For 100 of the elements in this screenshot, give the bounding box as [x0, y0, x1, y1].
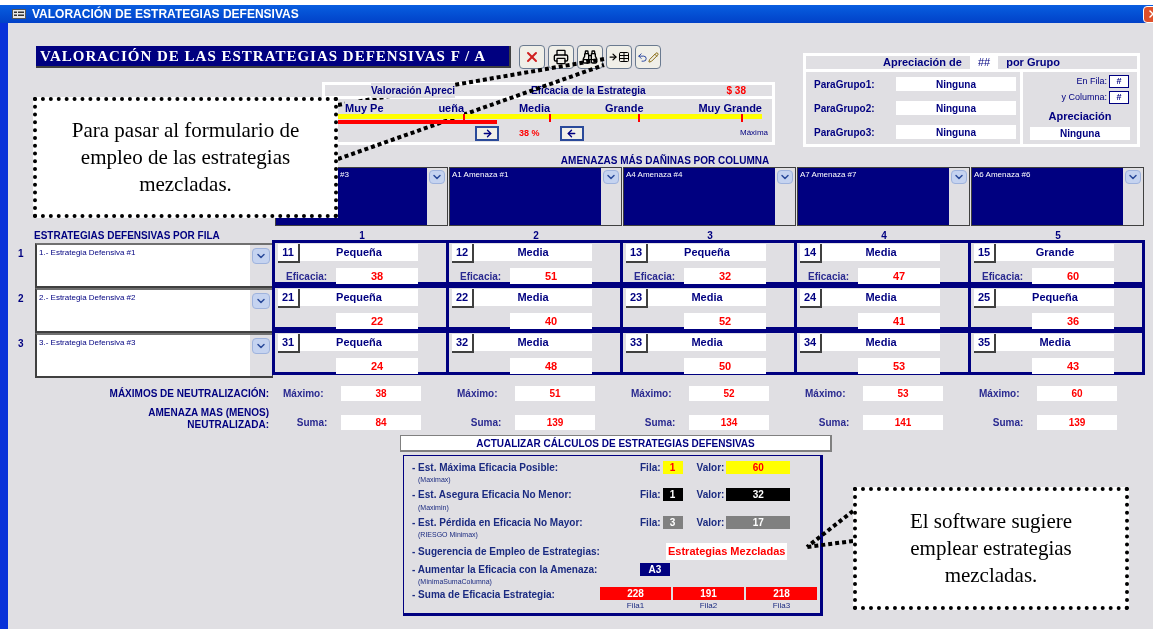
threat-dropdown[interactable]: A7 Amenaza #7: [797, 167, 970, 226]
efficacy-field[interactable]: 41: [858, 313, 940, 329]
dropdown-button[interactable]: [603, 170, 619, 184]
efficacy-field[interactable]: 32: [684, 268, 766, 284]
dropdown-button[interactable]: [252, 293, 270, 309]
efficacy-label: Eficacia:: [807, 269, 850, 284]
value-field[interactable]: 32: [726, 488, 791, 502]
open-form-button[interactable]: [606, 45, 632, 69]
dropdown-button[interactable]: [429, 170, 445, 184]
dropdown-button[interactable]: [951, 170, 967, 184]
row-field[interactable]: 1: [662, 460, 683, 474]
cell-code: 13: [626, 244, 648, 263]
dropdown-button[interactable]: [252, 248, 270, 264]
sum-field[interactable]: 141: [863, 415, 943, 430]
efficacy-field[interactable]: 53: [858, 358, 940, 374]
efficacy-field[interactable]: 43: [1032, 358, 1114, 374]
efficacy-field[interactable]: 48: [510, 358, 592, 374]
print-button[interactable]: [548, 45, 574, 69]
size-field[interactable]: Media: [474, 334, 592, 351]
dropdown-button[interactable]: [252, 338, 270, 354]
group-label: ParaGrupo3:: [814, 125, 876, 140]
size-field[interactable]: Media: [648, 289, 766, 306]
row-field[interactable]: 3: [662, 515, 683, 529]
maximum-field[interactable]: 52: [689, 385, 769, 401]
size-field[interactable]: Media: [822, 244, 940, 261]
size-field[interactable]: Media: [822, 289, 940, 306]
size-field[interactable]: Media: [474, 289, 592, 306]
size-field[interactable]: Pequeña: [300, 289, 418, 306]
efficacy-label: Eficacia:: [981, 269, 1024, 284]
efficacy-field[interactable]: 38: [336, 268, 418, 284]
maximum-field[interactable]: 60: [1037, 385, 1117, 401]
column-number: 1: [358, 229, 366, 243]
sum-field[interactable]: 191: [673, 587, 744, 601]
sum-field[interactable]: 218: [746, 587, 817, 601]
size-field[interactable]: Media: [822, 334, 940, 351]
size-field[interactable]: Pequeña: [300, 334, 418, 351]
clear-button[interactable]: [519, 45, 545, 69]
next-button[interactable]: [475, 125, 499, 141]
efficacy-field[interactable]: 40: [510, 313, 592, 329]
size-field[interactable]: Pequeña: [648, 244, 766, 261]
strategy-dropdown[interactable]: 1.- Estrategia Defensiva #1: [35, 243, 273, 288]
cell-code: 23: [626, 289, 648, 308]
sum-field[interactable]: 84: [341, 415, 421, 430]
group-label: ParaGrupo2:: [814, 101, 876, 116]
efficacy-field[interactable]: 50: [684, 358, 766, 374]
size-field[interactable]: Media: [648, 334, 766, 351]
row-field[interactable]: 1: [662, 488, 683, 502]
dropdown-button[interactable]: [1125, 170, 1141, 184]
value-field[interactable]: 60: [726, 460, 791, 474]
update-button[interactable]: ACTUALIZAR CÁLCULOS DE ESTRATEGIAS DEFENSIVAS: [400, 435, 832, 452]
scale-label: Muy Pe: [345, 100, 384, 114]
cell-code: 11: [278, 244, 300, 263]
column-number: 4: [880, 229, 888, 243]
size-field[interactable]: Pequeña: [996, 289, 1114, 306]
cell-code: 22: [452, 289, 474, 308]
efficacy-field[interactable]: 51: [510, 268, 592, 284]
threat-dropdown[interactable]: A4 Amenaza #4: [623, 167, 796, 226]
appreciation-field[interactable]: Ninguna: [1030, 126, 1130, 140]
maximum-field[interactable]: 38: [341, 385, 421, 401]
efficacy-field[interactable]: 52: [684, 313, 766, 329]
row-field[interactable]: #: [1109, 75, 1129, 89]
efficacy-field[interactable]: 36: [1032, 313, 1114, 329]
sum-field[interactable]: 139: [515, 415, 595, 430]
threat-field[interactable]: A3: [640, 563, 670, 577]
dropdown-button[interactable]: [777, 170, 793, 184]
efficacy-field[interactable]: 22: [336, 313, 418, 329]
value-field[interactable]: 17: [726, 515, 791, 529]
strategy-dropdown[interactable]: 2.- Estrategia Defensiva #2: [35, 288, 273, 333]
maximum-field[interactable]: 53: [863, 385, 943, 401]
threat-dropdown[interactable]: A6 Amenaza #6: [971, 167, 1144, 226]
group-field[interactable]: Ninguna: [896, 77, 1016, 91]
efficacy-field[interactable]: 60: [1032, 268, 1114, 284]
strategy-dropdown[interactable]: 3.- Estrategia Defensiva #3: [35, 333, 273, 378]
size-field[interactable]: Media: [474, 244, 592, 261]
column-field[interactable]: #: [1109, 90, 1129, 104]
sum-field[interactable]: 139: [1037, 415, 1117, 430]
efficacy-field[interactable]: 24: [336, 358, 418, 374]
strategy-value: 3.- Estrategia Defensiva #3: [37, 335, 250, 376]
sum-field[interactable]: 228: [600, 587, 671, 601]
code-field[interactable]: ##: [969, 54, 999, 71]
size-field[interactable]: Pequeña: [300, 244, 418, 261]
sum-field[interactable]: 134: [689, 415, 769, 430]
cell-code: 32: [452, 334, 474, 353]
row-label: Fila:: [640, 460, 661, 475]
size-field[interactable]: Grande: [996, 244, 1114, 261]
group-field[interactable]: Ninguna: [896, 125, 1016, 139]
cell-code: 14: [800, 244, 822, 263]
size-field[interactable]: Media: [996, 334, 1114, 351]
threat-dropdown[interactable]: A1 Amenaza #1: [449, 167, 622, 226]
previous-button[interactable]: [559, 125, 584, 141]
group-field[interactable]: Ninguna: [896, 101, 1016, 115]
suggestion-field[interactable]: Estrategias Mezcladas: [666, 543, 788, 560]
value-label: Valor:: [696, 488, 725, 503]
sum-caption: Fila3: [772, 600, 791, 613]
undo-button[interactable]: [635, 45, 661, 69]
efficacy-field[interactable]: 47: [858, 268, 940, 284]
sum-caption: Fila2: [699, 600, 718, 613]
efficacy-label: Eficacia:: [633, 269, 676, 284]
sum-label: Suma:: [991, 416, 1025, 430]
maximum-field[interactable]: 51: [515, 385, 595, 401]
